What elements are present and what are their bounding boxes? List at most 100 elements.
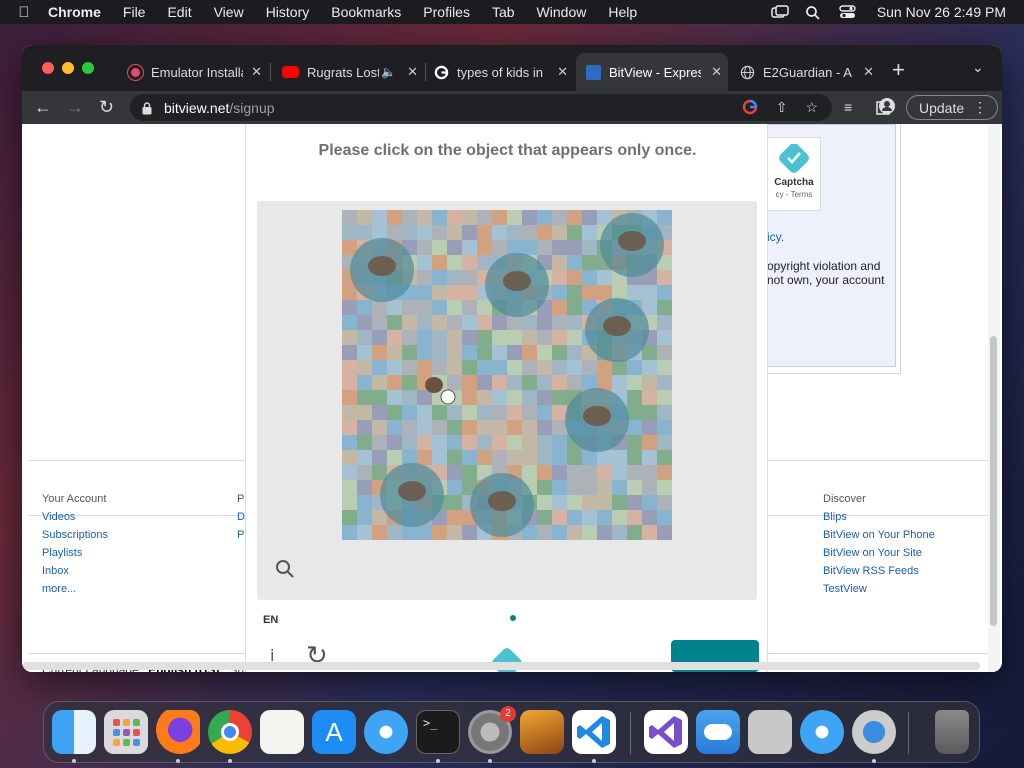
- mosaic-tile: [342, 225, 357, 240]
- footer-link[interactable]: Blips: [823, 508, 935, 526]
- apple-menu-icon[interactable]: : [0, 4, 48, 21]
- mosaic-tile: [432, 225, 447, 240]
- profile-icon[interactable]: [879, 98, 895, 118]
- menu-edit[interactable]: Edit: [167, 4, 191, 20]
- mosaic-tile: [342, 360, 357, 375]
- menu-profiles[interactable]: Profiles: [423, 4, 470, 20]
- back-arrow-icon[interactable]: ←: [34, 97, 52, 117]
- quicktime-icon[interactable]: [852, 710, 896, 754]
- footer-link[interactable]: D: [237, 508, 245, 526]
- tab-rugrats[interactable]: Rugrats Lost 🔈 ✕: [272, 53, 424, 91]
- zoom-window-icon[interactable]: [82, 62, 94, 74]
- footer-link[interactable]: Inbox: [42, 562, 108, 580]
- menu-clock[interactable]: Sun Nov 26 2:49 PM: [877, 4, 1006, 20]
- footer-link[interactable]: BitView on Your Phone: [823, 526, 935, 544]
- zoom-icon[interactable]: [275, 559, 295, 579]
- tab-emulator[interactable]: Emulator Installation ✕: [118, 53, 268, 91]
- safari-icon[interactable]: [800, 710, 844, 754]
- search-icon[interactable]: [805, 5, 823, 20]
- close-window-icon[interactable]: [42, 62, 54, 74]
- captcha-language-selector[interactable]: EN: [263, 614, 278, 626]
- mosaic-tile: [432, 420, 447, 435]
- launchpad-icon[interactable]: [104, 710, 148, 754]
- textedit-icon[interactable]: [260, 710, 304, 754]
- hcaptcha-terms-link[interactable]: cy - Terms: [768, 190, 820, 199]
- garageband-icon[interactable]: [520, 710, 564, 754]
- tab-bitview[interactable]: BitView - Express ✕: [576, 53, 728, 91]
- tab-types-of-kids[interactable]: types of kids in ✕: [424, 53, 574, 91]
- chrome-icon[interactable]: [208, 710, 252, 754]
- menu-history[interactable]: History: [266, 4, 310, 20]
- captcha-image[interactable]: [342, 210, 672, 540]
- firefox-icon[interactable]: [156, 710, 200, 754]
- menu-view[interactable]: View: [214, 4, 244, 20]
- terminal-icon[interactable]: >_: [416, 710, 460, 754]
- mosaic-tile: [657, 210, 672, 225]
- system-settings-icon[interactable]: 2: [468, 706, 516, 754]
- mosaic-tile: [582, 375, 597, 390]
- menu-bookmarks[interactable]: Bookmarks: [331, 4, 401, 20]
- new-tab-icon[interactable]: +: [892, 57, 905, 83]
- forward-arrow-icon[interactable]: →: [66, 97, 84, 117]
- horizontal-scrollbar[interactable]: [22, 662, 980, 670]
- mosaic-tile: [417, 330, 432, 345]
- unique-bear-object[interactable]: [425, 377, 443, 393]
- minimize-window-icon[interactable]: [62, 62, 74, 74]
- finder-icon[interactable]: [52, 710, 96, 754]
- mosaic-tile: [372, 375, 387, 390]
- menu-tab[interactable]: Tab: [492, 4, 515, 20]
- mosaic-tile: [522, 345, 537, 360]
- menu-window[interactable]: Window: [537, 4, 587, 20]
- preview-icon[interactable]: [748, 710, 792, 754]
- footer-link[interactable]: Playlists: [42, 544, 108, 562]
- lock-icon[interactable]: [142, 101, 152, 114]
- hcaptcha-label: Captcha: [774, 177, 814, 188]
- captcha-mosaic-image[interactable]: [342, 210, 672, 540]
- address-bar[interactable]: bitview.net/signup ⇧ ☆: [130, 94, 832, 121]
- screen-mirroring-icon[interactable]: [771, 5, 789, 19]
- footer-link[interactable]: more...: [42, 580, 108, 598]
- close-tab-icon[interactable]: ✕: [863, 64, 874, 80]
- menu-file[interactable]: File: [123, 4, 146, 20]
- bookmark-star-icon[interactable]: ☆: [805, 99, 818, 116]
- footer-link[interactable]: P: [237, 526, 245, 544]
- footer-link[interactable]: TestView: [823, 580, 935, 598]
- close-tab-icon[interactable]: ✕: [557, 64, 568, 80]
- menu-help[interactable]: Help: [608, 4, 637, 20]
- more-menu-icon[interactable]: ⋮: [973, 99, 987, 116]
- close-tab-icon[interactable]: ✕: [711, 64, 722, 80]
- hcaptcha-badge[interactable]: Captcha cy - Terms: [767, 137, 821, 211]
- mosaic-tile: [492, 315, 507, 330]
- menu-app-name[interactable]: Chrome: [48, 4, 101, 20]
- tab-e2guardian[interactable]: E2Guardian - A ✕: [730, 53, 880, 91]
- mosaic-tile: [342, 420, 357, 435]
- footer-link[interactable]: Videos: [42, 508, 108, 526]
- close-tab-icon[interactable]: ✕: [251, 64, 262, 80]
- footer-link[interactable]: BitView on Your Site: [823, 544, 935, 562]
- safari-icon[interactable]: [364, 710, 408, 754]
- chevron-down-icon[interactable]: ⌄: [972, 59, 984, 76]
- mosaic-tile: [567, 240, 582, 255]
- mosaic-tile: [552, 300, 567, 315]
- mosaic-tile: [432, 285, 447, 300]
- vertical-scrollbar[interactable]: [988, 124, 1000, 672]
- speaker-icon[interactable]: 🔈: [381, 65, 396, 79]
- trash-icon[interactable]: [935, 710, 969, 754]
- visual-studio-icon[interactable]: [644, 710, 688, 754]
- weather-icon[interactable]: [696, 710, 740, 754]
- footer-link[interactable]: BitView RSS Feeds: [823, 562, 935, 580]
- copyright-text-line: not own, your account: [767, 273, 885, 287]
- control-center-icon[interactable]: [839, 5, 857, 19]
- update-button[interactable]: Update ⋮: [906, 95, 998, 120]
- mosaic-tile: [597, 465, 612, 480]
- mosaic-tile: [432, 435, 447, 450]
- app-store-icon[interactable]: A: [312, 710, 356, 754]
- footer-link[interactable]: Subscriptions: [42, 526, 108, 544]
- reload-icon[interactable]: ↻: [99, 97, 114, 117]
- share-icon[interactable]: ⇧: [776, 99, 788, 116]
- policy-link[interactable]: icy.: [767, 230, 784, 244]
- vscode-icon[interactable]: [572, 710, 616, 754]
- close-tab-icon[interactable]: ✕: [407, 64, 418, 80]
- google-lens-icon[interactable]: [742, 99, 758, 115]
- vertical-scrollbar-thumb[interactable]: [990, 336, 997, 626]
